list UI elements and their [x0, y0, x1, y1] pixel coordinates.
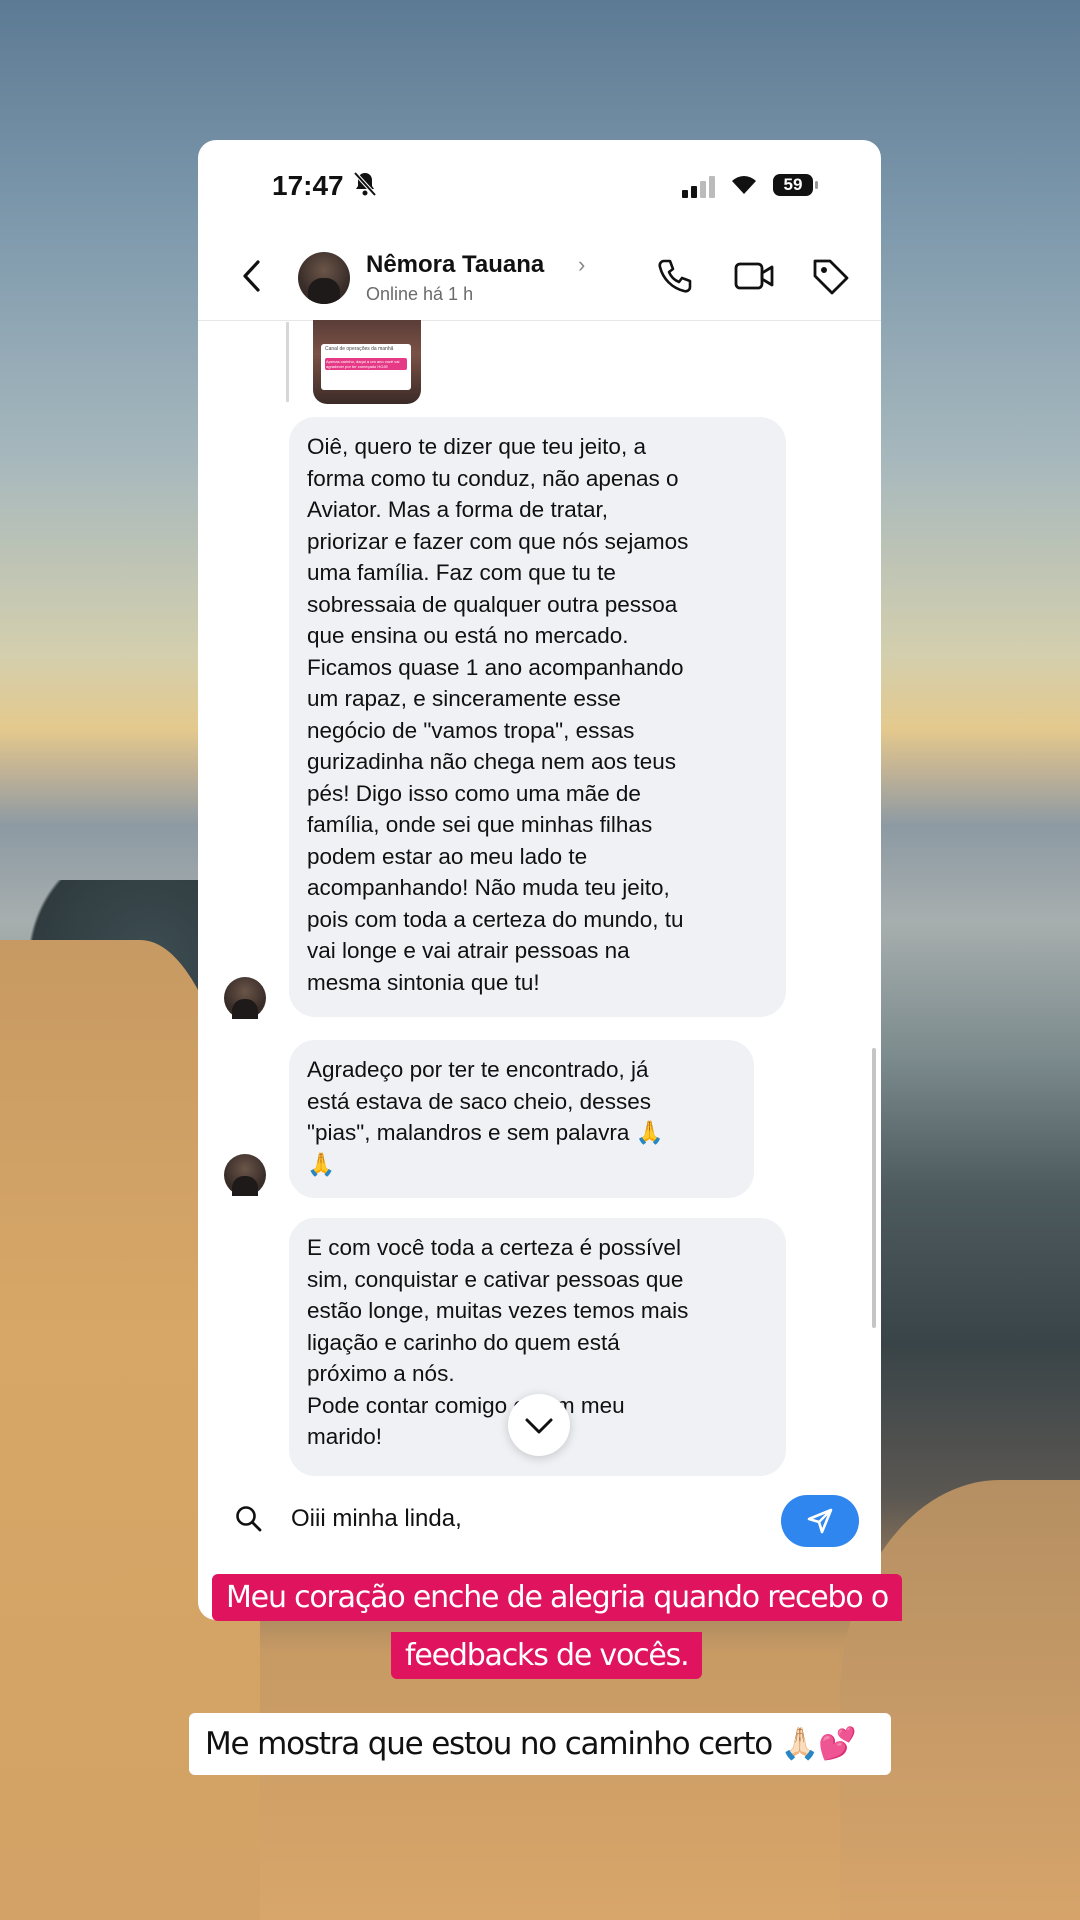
- name-chevron-icon[interactable]: ›: [578, 252, 585, 278]
- cellular-signal-icon: [682, 176, 718, 203]
- story-caption-line: Meu coração enche de alegria quando rece…: [212, 1574, 902, 1621]
- phone-call-icon[interactable]: [655, 256, 695, 301]
- message-input[interactable]: Oiii minha linda,: [291, 1505, 462, 1533]
- message-bubble[interactable]: Oiê, quero te dizer que teu jeito, a for…: [289, 417, 786, 1017]
- chat-scrollbar[interactable]: [872, 1048, 876, 1328]
- presence-status: Online há 1 h: [366, 284, 474, 304]
- shared-post-card-title: Canal de operações da manhã: [325, 346, 394, 352]
- wifi-icon: [728, 170, 760, 201]
- scroll-to-bottom-button[interactable]: [508, 1394, 570, 1456]
- shared-post-quote-line: [286, 322, 289, 402]
- header-divider: [198, 320, 881, 321]
- contact-avatar[interactable]: [298, 252, 350, 304]
- shared-post-card-highlight: Apenas carinho, daqui a um ano você vai …: [325, 358, 407, 370]
- story-caption-line: feedbacks de vocês.: [391, 1632, 703, 1679]
- battery-indicator: 59: [773, 174, 813, 196]
- video-call-icon[interactable]: [733, 256, 777, 301]
- back-arrow-icon[interactable]: [240, 258, 264, 299]
- sender-avatar[interactable]: [224, 977, 266, 1019]
- status-bar: 17:47 59: [198, 140, 881, 230]
- shared-post-card: Canal de operações da manhã Apenas carin…: [321, 344, 411, 390]
- bell-muted-icon: [352, 170, 378, 203]
- search-icon[interactable]: [234, 1504, 264, 1539]
- chevron-down-icon: [525, 1418, 553, 1434]
- tag-label-icon[interactable]: [810, 256, 852, 303]
- battery-cap: [815, 181, 818, 189]
- paper-plane-icon: [807, 1508, 833, 1534]
- story-caption-white: Me mostra que estou no caminho certo 🙏🏻💕: [189, 1713, 891, 1775]
- shared-post-thumbnail[interactable]: Canal de operações da manhã Apenas carin…: [313, 320, 421, 404]
- chat-screenshot: 17:47 59 Nêmora Tauana › Online há 1 h C…: [198, 140, 881, 1620]
- contact-name[interactable]: Nêmora Tauana: [366, 251, 544, 279]
- status-time: 17:47: [272, 170, 344, 201]
- send-button[interactable]: [781, 1495, 859, 1547]
- message-bubble[interactable]: Agradeço por ter te encontrado, já está …: [289, 1040, 754, 1198]
- sender-avatar[interactable]: [224, 1154, 266, 1196]
